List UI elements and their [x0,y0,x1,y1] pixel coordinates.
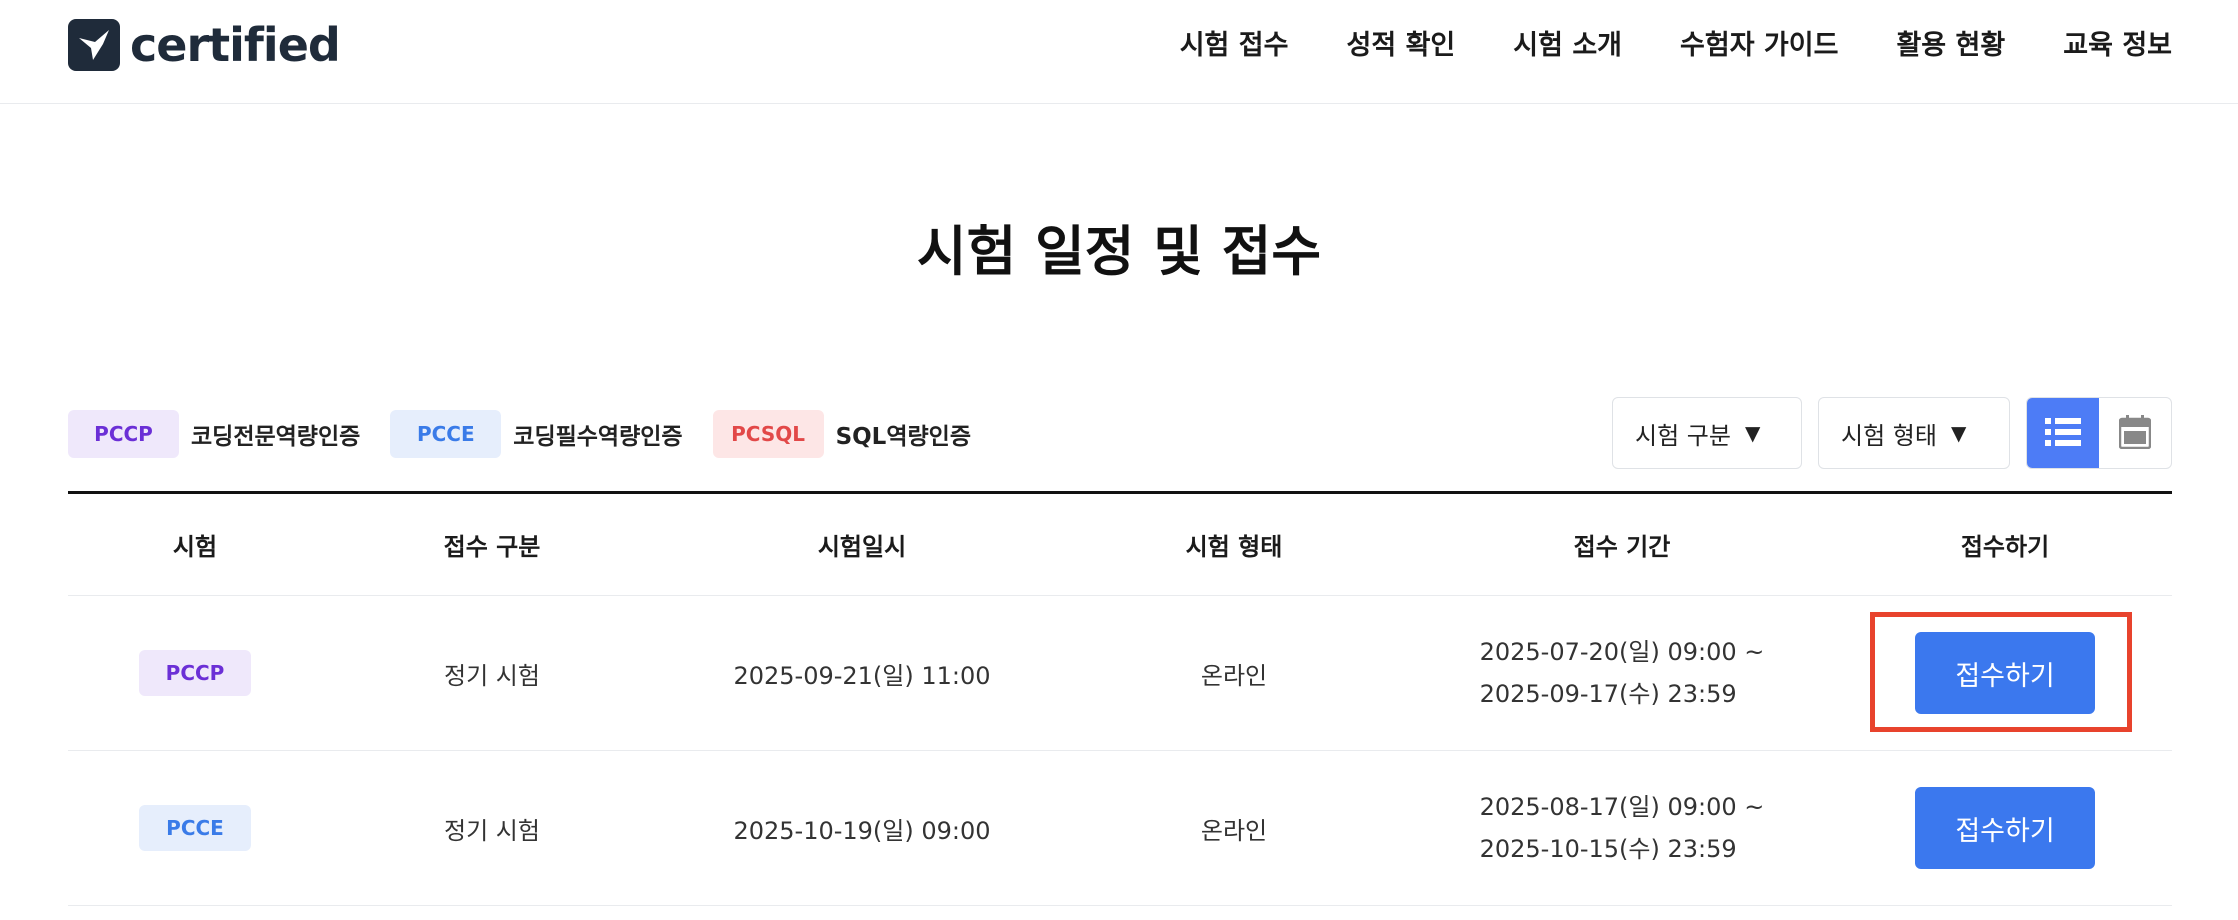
nav-item-exam-intro[interactable]: 시험 소개 [1513,28,1622,64]
column-header: 시험 [172,533,218,561]
nav-item-education-info[interactable]: 교육 정보 [2063,28,2172,64]
category-cell: 정기 시험 [444,661,540,690]
category-cell: 정기 시험 [444,816,540,845]
legend-label: 코딩필수역량인증 [513,424,683,450]
legend-item-pcce: PCCE 코딩필수역량인증 [390,410,683,458]
nav-item-examinee-guide[interactable]: 수험자 가이드 [1680,28,1838,64]
logo-text: certified [130,18,341,72]
pcce-badge: PCCE [139,805,251,851]
exam-cell: PCCE [68,805,322,851]
caret-down-icon: ▼ [1950,421,1967,445]
period-start: 2025-08-17(일) 09:00 ~ [1479,793,1765,821]
pcce-badge: PCCE [390,410,502,458]
exam-schedule-table: 시험 접수 구분 시험일시 시험 형태 접수 기간 접수하기 PCCP 정기 시… [68,491,2172,906]
page-title: 시험 일정 및 접수 [916,220,1322,283]
exam-form-dropdown[interactable]: 시험 형태 ▼ [1818,397,2010,469]
exam-legend: PCCP 코딩전문역량인증 PCCE 코딩필수역량인증 PCSQL SQL역량인… [68,410,1001,458]
period-cell: 2025-08-17(일) 09:00 ~ 2025-10-15(수) 23:5… [1406,786,1838,870]
action-cell: 접수하기 [1838,632,2172,714]
pcsql-badge: PCSQL [712,410,824,458]
main-nav: 시험 접수 성적 확인 시험 소개 수험자 가이드 활용 현황 교육 정보 [1180,28,2172,64]
nav-item-score-check[interactable]: 성적 확인 [1346,28,1455,64]
datetime-cell: 2025-10-19(일) 09:00 [733,816,991,845]
pccp-badge: PCCP [139,650,251,696]
period-start: 2025-07-20(일) 09:00 ~ [1479,638,1765,666]
logo[interactable]: certified [68,18,341,72]
period-end: 2025-10-15(수) 23:59 [1479,835,1737,863]
filter-bar: 시험 구분 ▼ 시험 형태 ▼ [1612,397,2172,469]
legend-label: 코딩전문역량인증 [191,424,361,450]
table-row: PCCP 정기 시험 2025-09-21(일) 11:00 온라인 2025-… [68,596,2172,751]
column-header: 접수하기 [1960,533,2050,561]
nav-item-usage-status[interactable]: 활용 현황 [1896,28,2005,64]
exam-form-label: 시험 형태 [1841,421,1937,450]
form-cell: 온라인 [1200,816,1268,845]
list-view-button[interactable] [2027,398,2099,468]
table-header-row: 시험 접수 구분 시험일시 시험 형태 접수 기간 접수하기 [68,494,2172,596]
exam-type-dropdown[interactable]: 시험 구분 ▼ [1612,397,1802,469]
legend-item-pccp: PCCP 코딩전문역량인증 [68,410,360,458]
form-cell: 온라인 [1200,661,1268,690]
calendar-icon [2118,415,2152,453]
table-row: PCCE 정기 시험 2025-10-19(일) 09:00 온라인 2025-… [68,751,2172,906]
column-header: 시험일시 [817,533,907,561]
pccp-badge: PCCP [68,410,179,458]
period-cell: 2025-07-20(일) 09:00 ~ 2025-09-17(수) 23:5… [1406,631,1838,715]
legend-label: SQL역량인증 [835,424,971,450]
calendar-view-button[interactable] [2099,398,2171,468]
legend-item-pcsql: PCSQL SQL역량인증 [712,410,971,458]
action-cell: 접수하기 [1838,787,2172,869]
view-toggle [2026,397,2172,469]
datetime-cell: 2025-09-21(일) 11:00 [733,661,991,690]
caret-down-icon: ▼ [1744,421,1761,445]
nav-item-exam-registration[interactable]: 시험 접수 [1180,28,1289,64]
site-header: certified 시험 접수 성적 확인 시험 소개 수험자 가이드 활용 현… [0,0,2238,104]
period-end: 2025-09-17(수) 23:59 [1479,680,1737,708]
apply-button[interactable]: 접수하기 [1915,787,2095,869]
column-header: 접수 기간 [1573,533,1671,561]
exam-cell: PCCP [68,650,322,696]
apply-button[interactable]: 접수하기 [1915,632,2095,714]
column-header: 접수 구분 [443,533,541,561]
column-header: 시험 형태 [1185,533,1283,561]
list-icon [2045,417,2081,451]
exam-type-label: 시험 구분 [1635,421,1731,450]
bird-logo-icon [68,19,120,71]
